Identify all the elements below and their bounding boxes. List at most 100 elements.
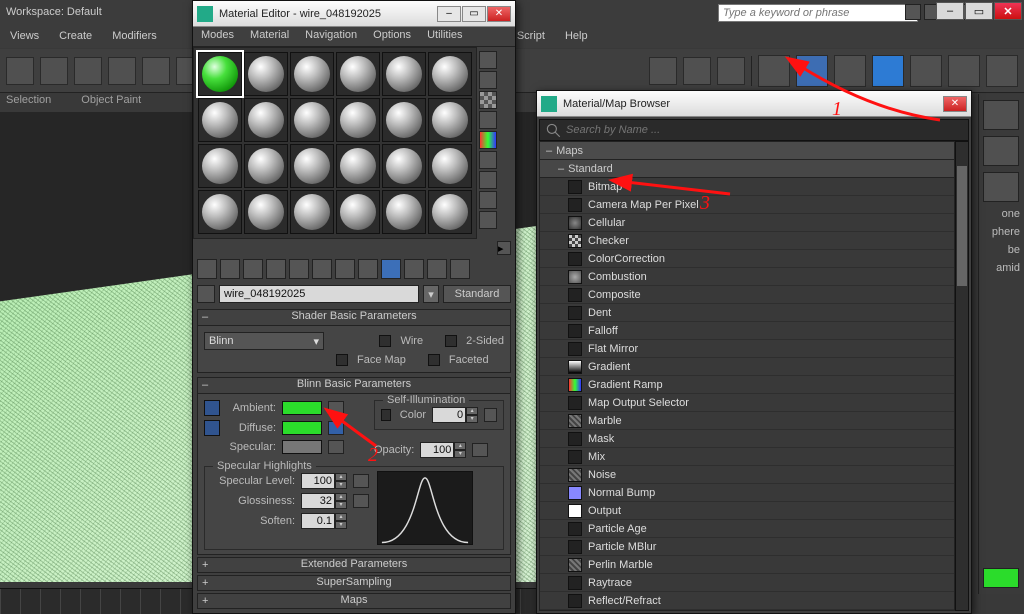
mmb-titlebar[interactable]: Material/Map Browser ✕ xyxy=(537,91,971,117)
material-name-input[interactable] xyxy=(219,285,419,303)
show-end-result-icon[interactable] xyxy=(404,259,424,279)
face-map-checkbox[interactable] xyxy=(336,354,348,366)
mmb-group-maps[interactable]: –Maps xyxy=(540,142,954,160)
put-to-lib-icon[interactable] xyxy=(335,259,355,279)
specular-map-button[interactable] xyxy=(328,440,344,454)
toolbar-render-frame-icon[interactable] xyxy=(948,55,980,87)
sample-slot[interactable] xyxy=(290,98,334,142)
map-item[interactable]: Noise xyxy=(540,466,954,484)
reset-map-icon[interactable] xyxy=(266,259,286,279)
rollout-extended-parameters[interactable]: +Extended Parameters xyxy=(197,557,511,573)
map-item[interactable]: Output xyxy=(540,502,954,520)
cmd-tab[interactable] xyxy=(983,136,1019,166)
map-item[interactable]: Particle MBlur xyxy=(540,538,954,556)
shader-type-dropdown[interactable]: Blinn▾ xyxy=(204,332,324,350)
rollout-supersampling[interactable]: +SuperSampling xyxy=(197,575,511,591)
background-icon[interactable] xyxy=(479,91,497,109)
go-forward-icon[interactable] xyxy=(450,259,470,279)
diffuse-spec-lock-icon[interactable] xyxy=(204,420,220,436)
sample-slot[interactable] xyxy=(244,190,288,234)
backlight-icon[interactable] xyxy=(479,71,497,89)
main-maximize-button[interactable]: ▭ xyxy=(965,2,993,20)
self-illum-color-checkbox[interactable] xyxy=(381,409,391,421)
toolbar-schematic-icon[interactable] xyxy=(796,55,828,87)
sample-slot[interactable] xyxy=(382,144,426,188)
diffuse-map-button[interactable] xyxy=(328,421,344,435)
assign-material-icon[interactable] xyxy=(243,259,263,279)
toolbar-btn[interactable] xyxy=(142,57,170,85)
sample-slot[interactable] xyxy=(336,190,380,234)
main-close-button[interactable]: ✕ xyxy=(994,2,1022,20)
map-item[interactable]: Falloff xyxy=(540,322,954,340)
map-item[interactable]: ColorCorrection xyxy=(540,250,954,268)
diffuse-color-swatch[interactable] xyxy=(282,421,322,435)
sample-slot[interactable] xyxy=(244,144,288,188)
me-menu-material[interactable]: Material xyxy=(242,27,297,46)
rollout-shader-basic[interactable]: –Shader Basic Parameters xyxy=(198,310,510,326)
sample-slot[interactable] xyxy=(382,52,426,96)
sample-type-icon[interactable] xyxy=(479,51,497,69)
sample-slot[interactable] xyxy=(198,52,242,96)
ambient-color-swatch[interactable] xyxy=(282,401,322,415)
sample-slot[interactable] xyxy=(428,144,472,188)
make-unique-icon[interactable] xyxy=(312,259,332,279)
toolbar-btn[interactable] xyxy=(40,57,68,85)
sample-slot[interactable] xyxy=(336,52,380,96)
menu-help[interactable]: Help xyxy=(555,28,598,48)
glossiness-input[interactable] xyxy=(301,493,335,509)
self-illum-map-button[interactable] xyxy=(484,408,497,422)
map-item[interactable]: Flat Mirror xyxy=(540,340,954,358)
toolbar-btn[interactable] xyxy=(108,57,136,85)
make-preview-icon[interactable] xyxy=(479,151,497,169)
cmd-tab[interactable] xyxy=(983,172,1019,202)
gloss-map-button[interactable] xyxy=(353,494,369,508)
pick-material-icon[interactable] xyxy=(197,285,215,303)
sample-slot[interactable] xyxy=(336,144,380,188)
map-item[interactable]: Particle Age xyxy=(540,520,954,538)
self-illum-value-input[interactable] xyxy=(432,407,466,423)
sample-slot[interactable] xyxy=(198,144,242,188)
mat-id-icon[interactable] xyxy=(358,259,378,279)
sample-slot[interactable] xyxy=(428,190,472,234)
map-item[interactable]: Raytrace xyxy=(540,574,954,592)
get-material-icon[interactable] xyxy=(197,259,217,279)
material-editor-titlebar[interactable]: Material Editor - wire_048192025 – ▭ ✕ xyxy=(193,1,515,27)
me-close-button[interactable]: ✕ xyxy=(487,6,511,22)
map-item[interactable]: Checker xyxy=(540,232,954,250)
menu-modifiers[interactable]: Modifiers xyxy=(102,28,167,48)
rollout-blinn-basic[interactable]: –Blinn Basic Parameters xyxy=(198,378,510,394)
toolbar-render-icon[interactable] xyxy=(986,55,1018,87)
toolbar-align-icon[interactable] xyxy=(683,57,711,85)
mat-slot-icon[interactable] xyxy=(479,211,497,229)
make-copy-icon[interactable] xyxy=(289,259,309,279)
sample-slot[interactable] xyxy=(244,98,288,142)
map-item[interactable]: Map Output Selector xyxy=(540,394,954,412)
rollout-maps[interactable]: +Maps xyxy=(197,593,511,609)
material-type-button[interactable]: Standard xyxy=(443,285,511,303)
go-parent-icon[interactable] xyxy=(427,259,447,279)
map-item[interactable]: Marble xyxy=(540,412,954,430)
toolbar-render-setup-icon[interactable] xyxy=(910,55,942,87)
main-minimize-button[interactable]: – xyxy=(936,2,964,20)
map-item[interactable]: Normal Bump xyxy=(540,484,954,502)
options-icon[interactable] xyxy=(479,171,497,189)
mmb-search-input[interactable] xyxy=(566,124,968,136)
me-menu-utilities[interactable]: Utilities xyxy=(419,27,470,46)
opacity-map-button[interactable] xyxy=(472,443,488,457)
map-item[interactable]: Dent xyxy=(540,304,954,322)
map-item[interactable]: Reflect/Refract xyxy=(540,592,954,610)
sample-slot[interactable] xyxy=(382,190,426,234)
opacity-input[interactable] xyxy=(420,442,454,458)
sample-slot[interactable] xyxy=(198,190,242,234)
map-item[interactable]: Mix xyxy=(540,448,954,466)
me-menu-modes[interactable]: Modes xyxy=(193,27,242,46)
video-check-icon[interactable] xyxy=(479,131,497,149)
sample-slot[interactable] xyxy=(336,98,380,142)
map-item[interactable]: Gradient xyxy=(540,358,954,376)
cmd-tab[interactable] xyxy=(983,100,1019,130)
object-color-swatch[interactable] xyxy=(983,568,1019,588)
two-sided-checkbox[interactable] xyxy=(445,335,457,347)
ambient-map-button[interactable] xyxy=(328,401,344,415)
soften-input[interactable] xyxy=(301,513,335,529)
map-item[interactable]: Composite xyxy=(540,286,954,304)
